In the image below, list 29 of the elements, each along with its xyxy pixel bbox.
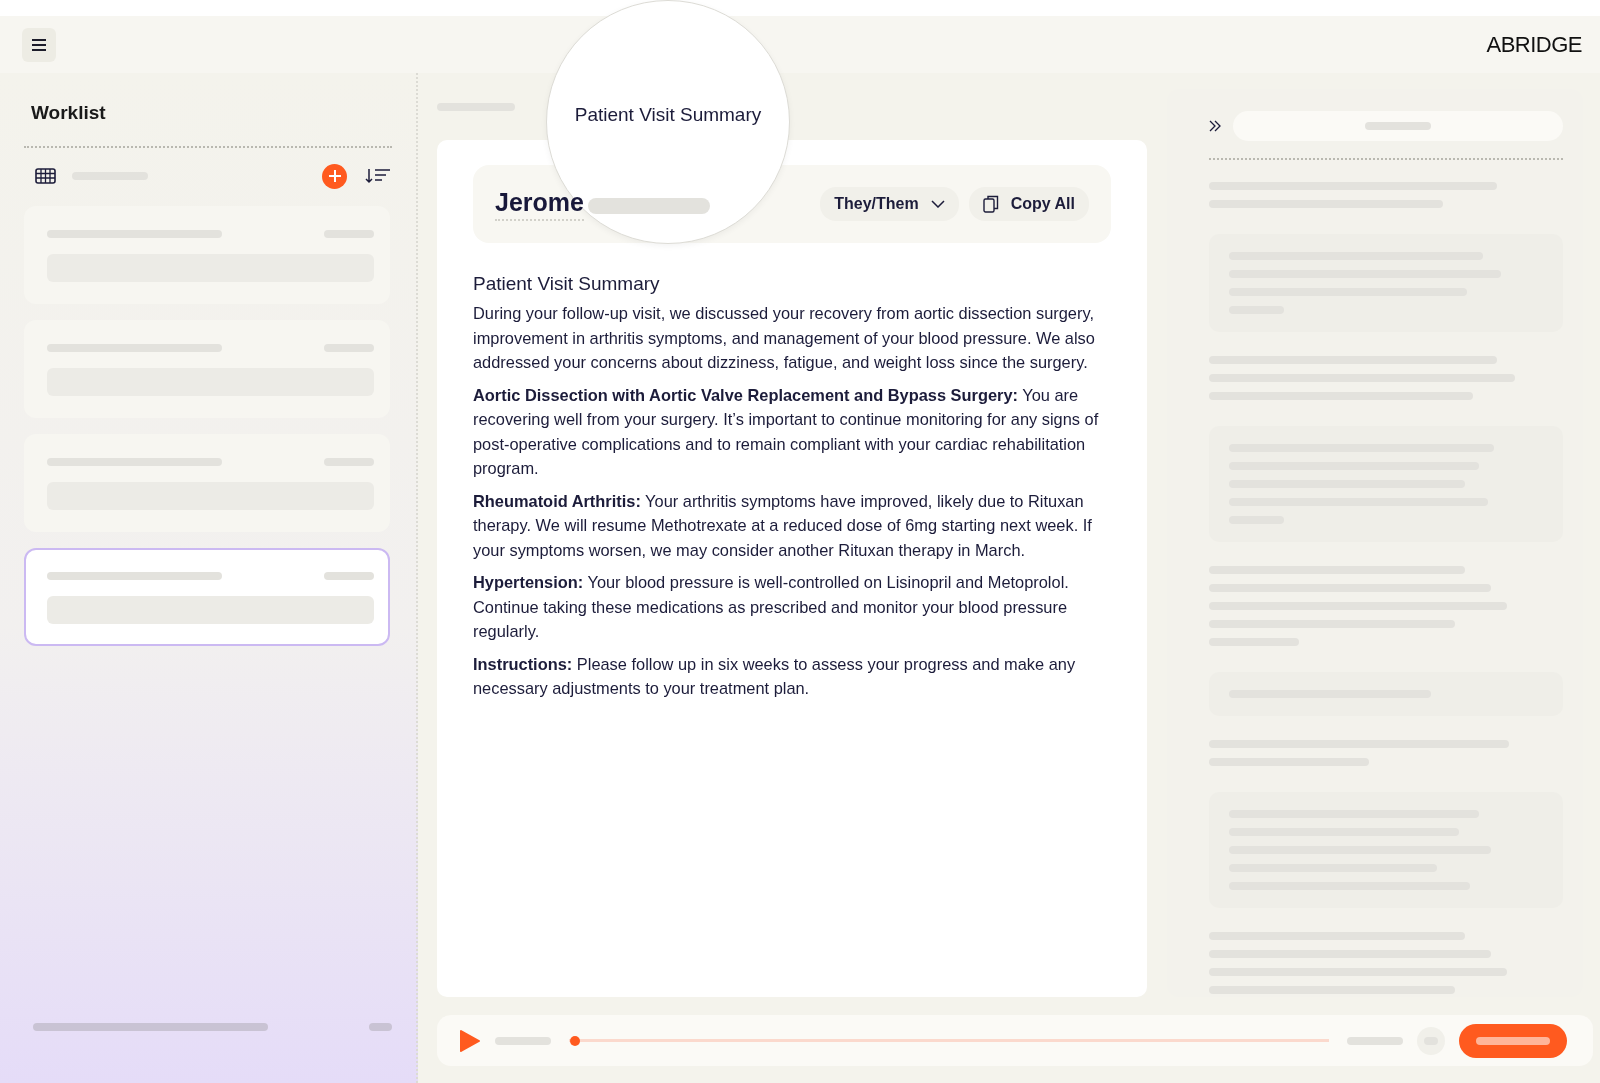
worklist-item[interactable] [24,548,390,646]
placeholder-bar [495,1036,551,1045]
summary-title: Patient Visit Summary [473,273,661,295]
plus-icon [328,170,341,182]
placeholder-bar [324,572,374,580]
add-button[interactable] [322,163,347,189]
summary-paragraph: Rheumatoid Arthritis: Your arthritis symptoms have improved, likely due to Rituxan therapy. We will resume Methotrexate at a reduced dose of 6mg starting next week. If your symptoms worsen, we may consider another Rituxan therapy in March. [473,490,1093,561]
summary-paragraph: Instructions: Please follow up in six weeks to assess your progress and make any necessary adjustments to your treatment plan. [473,653,1077,699]
search-field[interactable] [1233,111,1563,141]
menu-icon [32,38,46,51]
placeholder-bar [1347,1036,1403,1045]
summary-paragraph: Hypertension: Your blood pressure is well-controlled on Lisinopril and Metoprolol. Continue taking these medications as prescribed and monitor your blood pressure regularly. [473,572,1070,642]
calendar-icon[interactable] [35,168,56,184]
summary-paragraph: Aortic Dissection with Aortic Valve Replacement and Bypass Surgery: You are recovering well from your surgery. It’s important to continue monitoring for any signs of post-operative complications and to remain compliant with your cardiac rehabilitation program. [473,384,1100,479]
progress-thumb[interactable] [570,1035,580,1046]
logo: ABRIDGE [1486,31,1582,58]
chevron-down-icon [930,200,945,208]
sidebar-title: Worklist [31,102,107,124]
expand-icon[interactable] [1209,120,1221,132]
pronoun-dropdown[interactable]: They/Them [820,187,959,221]
summary-paragraph: During your follow-up visit, we discussed your recovery from aortic dissection surgery, improvement in arthritis symptoms, and management of your blood pressure. We also addressed your concerns about dizziness, fatigue, and weight loss since the surgery. [473,303,1096,373]
placeholder-bar [369,1023,392,1031]
play-button[interactable] [459,1028,481,1053]
menu-button[interactable] [22,27,56,62]
copy-all-button[interactable]: Copy All [968,187,1089,221]
copy-icon [982,195,999,213]
magnifier-label: Patient Visit Summary [573,104,763,126]
sort-icon[interactable] [365,168,391,184]
submit-button[interactable] [1459,1023,1567,1058]
